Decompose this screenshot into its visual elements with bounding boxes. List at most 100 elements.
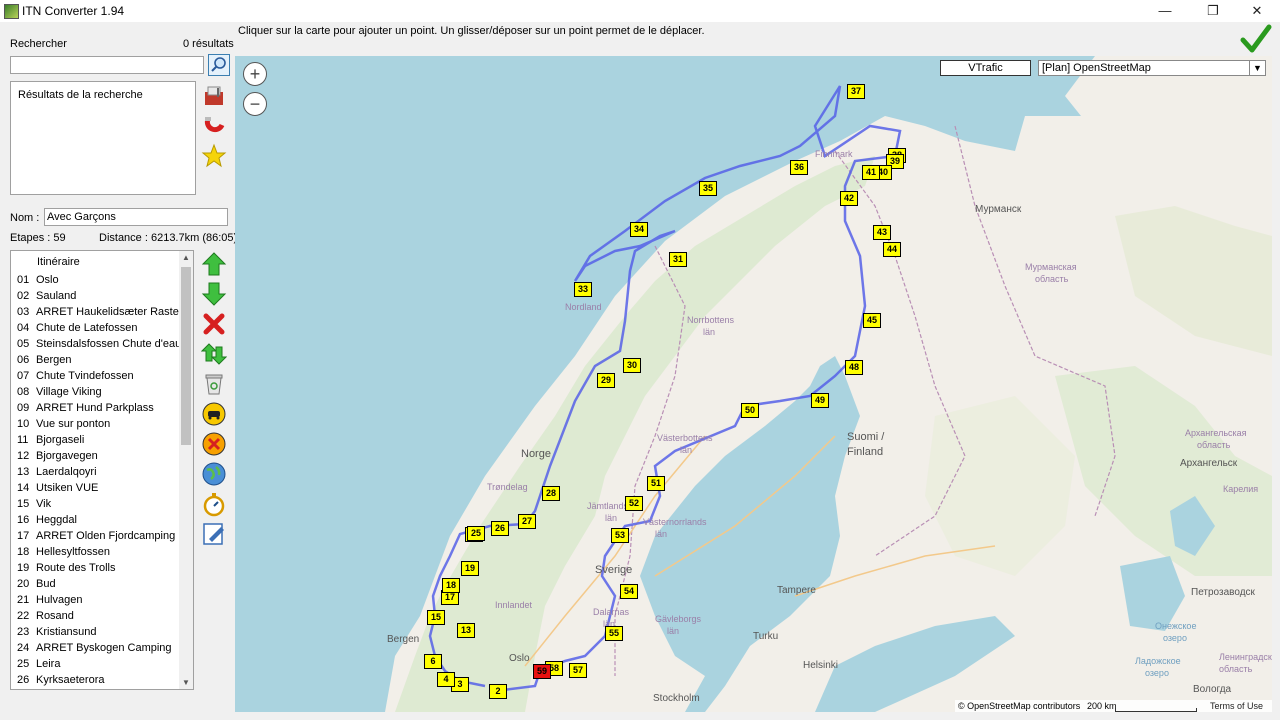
move-down-button[interactable] bbox=[201, 281, 227, 307]
itinerary-item[interactable]: 22 Rosand bbox=[17, 608, 181, 624]
timer-button[interactable] bbox=[201, 491, 227, 517]
start-waypoint-marker[interactable]: 59 bbox=[533, 664, 551, 679]
map-view[interactable]: Мурманск Мурманская область Finnmark Norrbot… bbox=[235, 56, 1272, 712]
itinerary-item[interactable]: 26 Kyrksaeterora bbox=[17, 672, 181, 688]
waypoint-marker[interactable]: 33 bbox=[574, 282, 592, 297]
itinerary-item[interactable]: 07 Chute Tvindefossen bbox=[17, 368, 181, 384]
waypoint-marker[interactable]: 48 bbox=[845, 360, 863, 375]
zoom-in-button[interactable]: + bbox=[243, 62, 267, 86]
itinerary-item[interactable]: 14 Utsiken VUE bbox=[17, 480, 181, 496]
avoid-button[interactable] bbox=[201, 431, 227, 457]
itinerary-item-number: 16 bbox=[17, 514, 30, 526]
favorites-button[interactable] bbox=[201, 143, 227, 169]
waypoint-marker[interactable]: 15 bbox=[427, 610, 445, 625]
waypoint-marker[interactable]: 44 bbox=[883, 242, 901, 257]
waypoint-marker[interactable]: 28 bbox=[542, 486, 560, 501]
itinerary-item[interactable]: 10 Vue sur ponton bbox=[17, 416, 181, 432]
itinerary-item[interactable]: 03 ARRET Haukelidsæter Rasteplass bbox=[17, 304, 181, 320]
scroll-down-icon[interactable]: ▼ bbox=[182, 678, 190, 687]
itinerary-scrollbar[interactable]: ▲ ▼ bbox=[179, 251, 193, 689]
zoom-out-button[interactable]: − bbox=[243, 92, 267, 116]
map-canvas[interactable] bbox=[235, 56, 1272, 712]
map-label-country: Finland bbox=[847, 446, 884, 458]
waypoint-marker[interactable]: 25 bbox=[467, 526, 485, 541]
itinerary-item[interactable]: 01 Oslo bbox=[17, 272, 181, 288]
itinerary-list[interactable]: Itinéraire 01 Oslo 02 Sauland 03 ARRET Haukel… bbox=[10, 250, 194, 690]
itinerary-item[interactable]: 21 Hulvagen bbox=[17, 592, 181, 608]
itinerary-item[interactable]: 19 Route des Trolls bbox=[17, 560, 181, 576]
waypoint-marker[interactable]: 13 bbox=[457, 623, 475, 638]
search-results-list[interactable]: Résultats de la recherche bbox=[10, 81, 196, 195]
import-button[interactable] bbox=[201, 83, 227, 109]
waypoint-marker[interactable]: 27 bbox=[518, 514, 536, 529]
itinerary-item[interactable]: 20 Bud bbox=[17, 576, 181, 592]
itinerary-item[interactable]: 23 Kristiansund bbox=[17, 624, 181, 640]
itinerary-item[interactable]: 02 Sauland bbox=[17, 288, 181, 304]
waypoint-marker[interactable]: 52 bbox=[625, 496, 643, 511]
map-scale: 200 km bbox=[1087, 701, 1117, 711]
waypoint-marker[interactable]: 34 bbox=[630, 222, 648, 237]
itinerary-item-label: Vik bbox=[36, 498, 52, 510]
waypoint-marker[interactable]: 53 bbox=[611, 528, 629, 543]
waypoint-marker[interactable]: 35 bbox=[699, 181, 717, 196]
terms-link[interactable]: Terms of Use bbox=[1210, 700, 1263, 712]
waypoint-marker[interactable]: 26 bbox=[491, 521, 509, 536]
waypoint-marker[interactable]: 54 bbox=[620, 584, 638, 599]
route-name-field[interactable] bbox=[44, 208, 228, 226]
waypoint-marker[interactable]: 6 bbox=[424, 654, 442, 669]
waypoint-marker[interactable]: 43 bbox=[873, 225, 891, 240]
waypoint-marker[interactable]: 4 bbox=[437, 672, 455, 687]
waypoint-marker[interactable]: 2 bbox=[489, 684, 507, 699]
itinerary-item[interactable]: 12 Bjorgavegen bbox=[17, 448, 181, 464]
itinerary-item[interactable]: 25 Leira bbox=[17, 656, 181, 672]
itinerary-item[interactable]: 17 ARRET Olden Fjordcamping bbox=[17, 528, 181, 544]
waypoint-marker[interactable]: 37 bbox=[847, 84, 865, 99]
itinerary-item[interactable]: 18 Hellesyltfossen bbox=[17, 544, 181, 560]
recycle-button[interactable] bbox=[201, 371, 227, 397]
minimize-button[interactable]: — bbox=[1142, 0, 1188, 22]
waypoint-marker[interactable]: 36 bbox=[790, 160, 808, 175]
waypoint-marker[interactable]: 41 bbox=[862, 165, 880, 180]
reverse-button[interactable] bbox=[200, 341, 228, 367]
delete-button[interactable] bbox=[201, 311, 227, 337]
waypoint-marker[interactable]: 42 bbox=[840, 191, 858, 206]
waypoint-marker[interactable]: 30 bbox=[623, 358, 641, 373]
waypoint-marker[interactable]: 49 bbox=[811, 393, 829, 408]
validate-button[interactable] bbox=[1240, 24, 1272, 54]
close-button[interactable]: ✕ bbox=[1234, 0, 1280, 22]
search-button[interactable] bbox=[208, 54, 230, 76]
globe-button[interactable] bbox=[201, 461, 227, 487]
itinerary-item-number: 01 bbox=[17, 274, 30, 286]
vtrafic-button[interactable]: VTrafic bbox=[940, 60, 1031, 76]
waypoint-marker[interactable]: 45 bbox=[863, 313, 881, 328]
search-input[interactable] bbox=[10, 56, 204, 74]
waypoint-marker[interactable]: 18 bbox=[442, 578, 460, 593]
waypoint-marker[interactable]: 19 bbox=[461, 561, 479, 576]
waypoint-marker[interactable]: 51 bbox=[647, 476, 665, 491]
itinerary-item[interactable]: 16 Heggdal bbox=[17, 512, 181, 528]
itinerary-item[interactable]: 13 Laerdalqoyri bbox=[17, 464, 181, 480]
itinerary-item[interactable]: 06 Bergen bbox=[17, 352, 181, 368]
waypoint-marker[interactable]: 57 bbox=[569, 663, 587, 678]
itinerary-item[interactable]: 09 ARRET Hund Parkplass bbox=[17, 400, 181, 416]
itinerary-item[interactable]: 15 Vik bbox=[17, 496, 181, 512]
scrollbar-thumb[interactable] bbox=[181, 267, 191, 445]
scroll-up-icon[interactable]: ▲ bbox=[182, 253, 190, 262]
itinerary-item[interactable]: 05 Steinsdalsfossen Chute d'eau bbox=[17, 336, 181, 352]
itinerary-item[interactable]: 24 ARRET Byskogen Camping bbox=[17, 640, 181, 656]
map-provider-select[interactable]: [Plan] OpenStreetMap ▼ bbox=[1038, 60, 1266, 76]
itinerary-item[interactable]: 04 Chute de Latefossen bbox=[17, 320, 181, 336]
waypoint-marker[interactable]: 29 bbox=[597, 373, 615, 388]
waypoint-marker[interactable]: 50 bbox=[741, 403, 759, 418]
vehicle-button[interactable] bbox=[201, 401, 227, 427]
move-up-button[interactable] bbox=[201, 251, 227, 277]
itinerary-item[interactable]: 11 Bjorgaseli bbox=[17, 432, 181, 448]
chevron-down-icon[interactable]: ▼ bbox=[1249, 61, 1265, 75]
waypoint-marker[interactable]: 31 bbox=[669, 252, 687, 267]
itinerary-item-number: 18 bbox=[17, 546, 30, 558]
itinerary-item[interactable]: 08 Village Viking bbox=[17, 384, 181, 400]
maximize-button[interactable]: ❐ bbox=[1190, 0, 1236, 22]
edit-button[interactable] bbox=[201, 521, 227, 547]
waypoint-marker[interactable]: 55 bbox=[605, 626, 623, 641]
magnet-button[interactable] bbox=[201, 113, 227, 139]
